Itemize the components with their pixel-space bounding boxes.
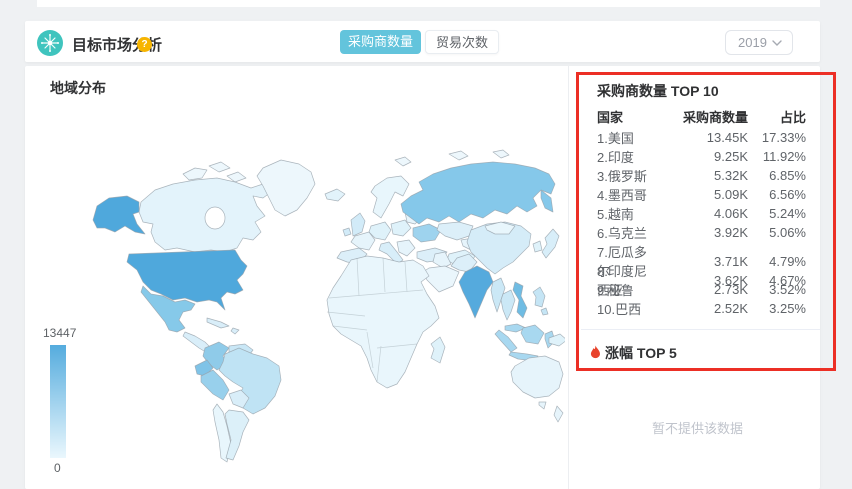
map-country-australia[interactable] <box>510 355 564 399</box>
table-row: 1.美国 13.45K 17.33% <box>597 128 806 147</box>
row-count: 4.06K <box>714 206 748 221</box>
map-country-uk[interactable] <box>342 212 366 237</box>
map-country-thailand[interactable] <box>500 289 516 321</box>
top10-title: 采购商数量 TOP 10 <box>597 83 719 99</box>
map-country-new-zealand[interactable] <box>553 405 564 423</box>
map-country-madagascar[interactable] <box>430 336 446 364</box>
map-country-kazakhstan[interactable] <box>436 221 474 241</box>
row-share: 3.52% <box>769 282 806 297</box>
map-hudson-bay <box>204 206 226 230</box>
table-row: 5.越南 4.06K 5.24% <box>597 204 806 223</box>
module-brand-icon <box>37 30 63 56</box>
map-country-greenland[interactable] <box>256 159 316 217</box>
map-country-russia[interactable] <box>400 161 556 225</box>
world-choropleth-map[interactable] <box>65 140 565 480</box>
map-country-iceland[interactable] <box>324 188 346 202</box>
previous-card-bottom-edge <box>37 0 820 7</box>
row-country: 5.越南 <box>597 207 634 222</box>
col-share: 占比 <box>779 109 806 125</box>
map-country-indonesia[interactable] <box>494 324 556 362</box>
map-country-iraq[interactable] <box>432 251 452 269</box>
snowflake-icon <box>37 30 63 56</box>
map-region-caribbean[interactable] <box>206 317 240 335</box>
table-row: 10.巴西 2.52K 3.25% <box>597 299 806 318</box>
table-row: 7.厄瓜多尔 3.71K 4.79% <box>597 242 806 279</box>
section-divider <box>581 329 820 330</box>
row-count: 5.09K <box>714 187 748 202</box>
map-region-africa[interactable] <box>326 255 440 389</box>
map-country-usa-alaska[interactable] <box>92 195 146 235</box>
map-country-saudi-arabia[interactable] <box>422 265 460 293</box>
col-count: 采购商数量 <box>682 109 748 125</box>
flame-icon <box>590 345 600 359</box>
row-count: 2.73K <box>714 282 748 297</box>
row-country: 3.俄罗斯 <box>597 169 647 184</box>
map-legend-gradient <box>50 345 66 458</box>
table-row: 2.印度 9.25K 11.92% <box>597 147 806 166</box>
row-country: 4.墨西哥 <box>597 188 647 203</box>
year-dropdown-value: 2019 <box>738 35 767 50</box>
row-count: 3.92K <box>714 225 748 240</box>
map-country-india[interactable] <box>458 265 494 319</box>
map-country-korea[interactable] <box>532 240 543 253</box>
row-share: 5.24% <box>769 206 806 221</box>
map-country-brazil[interactable] <box>218 347 282 415</box>
col-country: 国家 <box>597 109 624 125</box>
row-count: 5.32K <box>714 168 748 183</box>
table-row: 4.墨西哥 5.09K 6.56% <box>597 185 806 204</box>
row-country: 10.巴西 <box>597 302 642 317</box>
row-country: 6.乌克兰 <box>597 226 647 241</box>
row-country: 1.美国 <box>597 131 634 146</box>
row-country: 2.印度 <box>597 150 634 165</box>
top10-header-row: 国家 采购商数量 占比 <box>597 106 806 126</box>
table-row: 3.俄罗斯 5.32K 6.85% <box>597 166 806 185</box>
dashboard-page: 目标市场分析 ? 采购商数量 贸易次数 2019 地域分布 13447 0 采购… <box>0 0 852 489</box>
row-count: 2.52K <box>714 301 748 316</box>
map-legend-min: 0 <box>54 461 61 475</box>
top10-table: 国家 采购商数量 占比 1.美国 13.45K 17.33% 2.印度 9.25… <box>597 106 806 318</box>
tab-buyer-count[interactable]: 采购商数量 <box>340 30 421 54</box>
row-share: 17.33% <box>761 130 806 145</box>
row-count: 13.45K <box>706 130 748 145</box>
map-country-tasmania[interactable] <box>538 401 547 410</box>
growth-section-header: 涨幅 TOP 5 <box>589 343 677 363</box>
row-share: 3.25% <box>769 301 806 316</box>
tab-trade-count[interactable]: 贸易次数 <box>425 30 499 54</box>
map-country-philippines[interactable] <box>532 286 549 316</box>
map-country-japan[interactable] <box>541 228 560 259</box>
empty-state-text: 暂不提供该数据 <box>651 421 743 436</box>
map-region-balkans[interactable] <box>396 239 416 257</box>
map-section-title: 地域分布 <box>50 80 106 96</box>
row-share: 4.79% <box>769 253 806 269</box>
row-share: 11.92% <box>762 149 806 164</box>
row-share: 5.06% <box>769 225 806 240</box>
year-dropdown[interactable]: 2019 <box>725 30 793 55</box>
growth-title: 涨幅 TOP 5 <box>605 345 677 361</box>
panel-divider <box>568 66 569 489</box>
table-row: 6.乌克兰 3.92K 5.06% <box>597 223 806 242</box>
table-row: 9.秘鲁 2.73K 3.52% <box>597 280 806 299</box>
row-share: 6.56% <box>769 187 806 202</box>
row-country: 9.秘鲁 <box>597 283 634 298</box>
help-icon[interactable]: ? <box>137 37 152 52</box>
row-share: 6.85% <box>769 168 806 183</box>
row-count: 3.71K <box>714 253 748 269</box>
map-country-ukraine[interactable] <box>412 223 442 243</box>
row-count: 9.25K <box>714 149 748 164</box>
map-legend-max: 13447 <box>43 326 77 340</box>
chevron-down-icon <box>772 39 782 46</box>
